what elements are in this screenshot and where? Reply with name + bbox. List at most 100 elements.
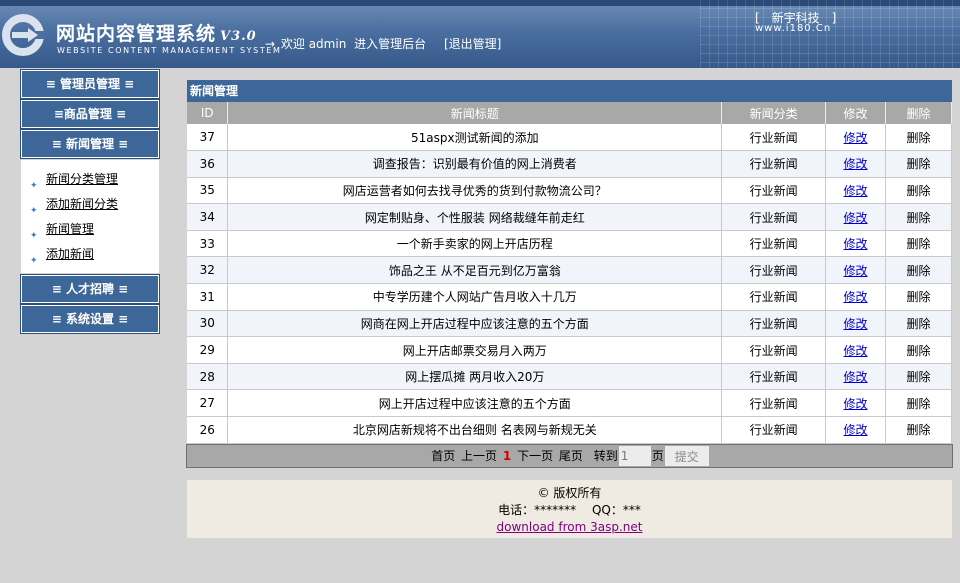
table-row: 34 网定制贴身、个性服装 网络裁缝年前走红 行业新闻 修改 删除 [187,203,952,231]
first-page-link[interactable]: 首页 [431,449,455,463]
edit-link[interactable]: 修改 [844,157,868,171]
goto-label: 转到 [593,448,618,463]
column-header-delete: 删除 [885,102,952,124]
cell-title: 调查报告：识别最有价值的网上消费者 [227,150,723,178]
cell-id: 33 [187,230,229,258]
column-header-category: 新闻分类 [721,102,827,124]
header-banner: 网站内容管理系统 V3.0 WEBSITE CONTENT MANAGEMENT … [0,0,960,68]
cell-id: 26 [187,416,229,444]
cell-delete[interactable]: 删除 [885,256,952,285]
system-version: V3.0 [220,29,257,44]
table-row: 37 51aspx测试新闻的添加 行业新闻 修改 删除 [187,124,952,152]
table-header-row: ID 新闻标题 新闻分类 修改 删除 [187,102,952,124]
cell-delete[interactable]: 删除 [885,310,952,338]
page-number-input[interactable] [618,446,651,467]
table-row: 30 网商在网上开店过程中应该注意的五个方面 行业新闻 修改 删除 [187,310,952,338]
page-suffix-label: 页 [651,448,664,463]
table-row: 31 中专学历建个人网站广告月收入十几万 行业新闻 修改 删除 [187,283,952,311]
edit-link[interactable]: 修改 [844,290,868,304]
pagination-bar: 首页 上一页 1 下一页 尾页 转到 页提交 [186,443,953,468]
cell-delete[interactable]: 删除 [885,363,952,391]
cell-category: 行业新闻 [721,230,827,258]
sidebar: ≡ 管理员管理 ≡ ≡商品管理 ≡ ≡ 新闻管理 ≡ ✦ 新闻分类管理 ✦ 添加新闻… [20,69,160,335]
cell-category: 行业新闻 [721,203,827,231]
footer: © 版权所有 电话：******* QQ：*** download from 3… [187,480,952,538]
table-row: 28 网上摆瓜摊 两月收入20万 行业新闻 修改 删除 [187,363,952,391]
menu-product-management[interactable]: ≡商品管理 ≡ [20,99,160,129]
edit-link[interactable]: 修改 [844,397,868,411]
cell-delete[interactable]: 删除 [885,124,952,152]
edit-link[interactable]: 修改 [844,237,868,251]
cell-edit: 修改 [825,177,886,205]
last-page-link[interactable]: 尾页 [559,449,583,463]
table-row: 36 调查报告：识别最有价值的网上消费者 行业新闻 修改 删除 [187,150,952,178]
next-page-link[interactable]: 下一页 [517,449,553,463]
cell-category: 行业新闻 [721,283,827,311]
cell-delete[interactable]: 删除 [885,416,952,444]
cell-category: 行业新闻 [721,336,827,364]
submenu-label: 添加新闻分类 [46,197,119,211]
cell-category: 行业新闻 [721,389,827,418]
menu-system-settings[interactable]: ≡ 系统设置 ≡ [20,304,160,334]
column-header-id: ID [187,102,229,124]
edit-link[interactable]: 修改 [844,423,868,437]
cell-category: 行业新闻 [721,416,827,444]
logout-link[interactable]: [退出管理] [444,37,501,51]
edit-link[interactable]: 修改 [844,264,868,278]
submenu-news-manage[interactable]: ✦ 新闻管理 [21,217,159,242]
menu-recruitment[interactable]: ≡ 人才招聘 ≡ [20,274,160,304]
cell-id: 27 [187,389,229,418]
cell-id: 29 [187,336,229,364]
cell-edit: 修改 [825,363,886,391]
cell-edit: 修改 [825,336,886,364]
column-header-title: 新闻标题 [227,102,723,124]
system-title-text: 网站内容管理系统 [56,23,217,45]
cell-edit: 修改 [825,310,886,338]
welcome-text: 欢迎 admin [280,37,347,51]
cell-category: 行业新闻 [721,310,827,338]
cell-id: 31 [187,283,229,311]
cell-id: 32 [187,256,229,285]
arrow-right-icon: → [265,37,276,51]
bullet-icon: ✦ [30,256,38,266]
prev-page-link[interactable]: 上一页 [461,449,497,463]
panel-title: 新闻管理 [187,80,952,102]
submenu-add-news-category[interactable]: ✦ 添加新闻分类 [21,192,159,217]
cell-category: 行业新闻 [721,177,827,205]
cell-id: 30 [187,310,229,338]
menu-admin-management[interactable]: ≡ 管理员管理 ≡ [20,69,160,99]
welcome-bar: → 欢迎 admin 进入管理后台 [退出管理] [265,35,501,52]
download-link[interactable]: download from 3asp.net [497,520,643,534]
cell-delete[interactable]: 删除 [885,389,952,418]
cell-id: 28 [187,363,229,391]
menu-news-management[interactable]: ≡ 新闻管理 ≡ [20,129,160,159]
current-page-number: 1 [502,448,512,463]
cell-title: 网上摆瓜摊 两月收入20万 [227,363,723,391]
edit-link[interactable]: 修改 [844,317,868,331]
submenu-news-category-manage[interactable]: ✦ 新闻分类管理 [21,167,159,192]
table-row: 35 网店运营者如何去找寻优秀的货到付款物流公司？ 行业新闻 修改 删除 [187,177,952,205]
submit-page-button[interactable]: 提交 [664,446,709,467]
edit-link[interactable]: 修改 [844,131,868,145]
cell-delete[interactable]: 删除 [885,150,952,178]
edit-link[interactable]: 修改 [844,184,868,198]
cell-delete[interactable]: 删除 [885,177,952,205]
news-submenu: ✦ 新闻分类管理 ✦ 添加新闻分类 ✦ 新闻管理 ✦ 添加新闻 [21,160,159,273]
cell-id: 35 [187,177,229,205]
cell-delete[interactable]: 删除 [885,283,952,311]
system-title: 网站内容管理系统 V3.0 [56,19,257,46]
copyright-text: © 版权所有 [537,486,602,500]
admin-backend-link[interactable]: 进入管理后台 [354,37,426,51]
cell-title: 网店运营者如何去找寻优秀的货到付款物流公司？ [227,177,723,205]
cell-delete[interactable]: 删除 [885,336,952,364]
cell-delete[interactable]: 删除 [885,230,952,258]
submenu-add-news[interactable]: ✦ 添加新闻 [21,242,159,267]
cell-edit: 修改 [825,150,886,178]
cell-id: 37 [187,124,229,152]
edit-link[interactable]: 修改 [844,344,868,358]
edit-link[interactable]: 修改 [844,211,868,225]
cell-edit: 修改 [825,230,886,258]
edit-link[interactable]: 修改 [844,370,868,384]
submenu-label: 新闻分类管理 [46,172,119,186]
cell-delete[interactable]: 删除 [885,203,952,231]
